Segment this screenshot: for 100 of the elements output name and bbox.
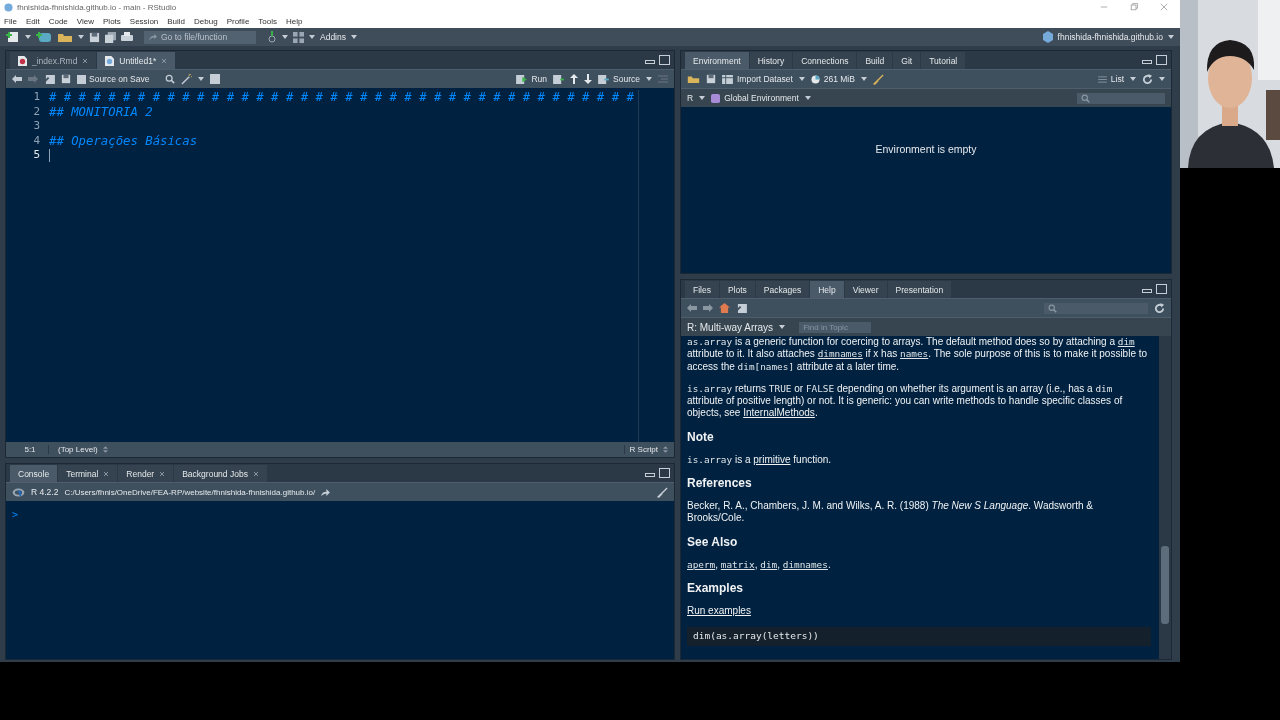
show-in-window-icon[interactable] [736,303,747,313]
go-to-file-field[interactable]: Go to file/function [144,30,256,44]
maximize-icon[interactable] [1156,55,1167,65]
environment-tab[interactable]: Environment [685,52,749,69]
console-tab[interactable]: Console [10,465,58,482]
maximize-icon[interactable] [659,55,670,65]
save-all-icon[interactable] [105,31,116,43]
save-icon[interactable] [706,74,716,84]
show-in-window-icon[interactable] [44,74,55,84]
file-type-menu[interactable]: R Script [623,445,658,454]
menu-item[interactable]: Help [286,16,303,26]
refresh-icon[interactable] [1154,302,1165,314]
menu-item[interactable]: Tools [258,16,278,26]
file-tab[interactable]: Untitled1* [97,52,176,69]
print-icon[interactable] [121,31,133,43]
help-tab[interactable]: Viewer [844,281,887,298]
search-field[interactable] [1044,302,1148,314]
file-icon [18,55,27,66]
menu-item[interactable]: Debug [194,16,218,26]
close-icon[interactable] [252,470,259,477]
arrow-down-icon[interactable] [584,74,593,84]
search-field[interactable] [1077,92,1165,104]
forward-icon[interactable] [703,304,713,312]
menu-item[interactable]: Build [167,16,186,26]
import-dataset-button[interactable]: Import Dataset [722,74,793,84]
scrollbar-thumb[interactable] [1161,546,1169,624]
link[interactable]: names [900,348,929,360]
rerun-icon[interactable] [553,74,565,84]
back-icon[interactable] [687,304,697,312]
help-tab[interactable]: Presentation [887,281,952,298]
caret-icon [351,35,357,39]
menu-item[interactable]: Session [129,16,159,26]
caret-icon [198,77,205,81]
scope-menu[interactable]: (Top Level) [58,445,98,454]
maximize-icon[interactable] [659,468,670,478]
addins-menu[interactable]: Addins [320,32,346,42]
save-icon[interactable] [61,74,71,84]
caret-icon [779,325,786,329]
open-folder-icon[interactable] [57,31,73,43]
run-button[interactable]: Run [516,74,548,84]
console-tab[interactable]: Background Jobs [174,465,267,482]
help-tab[interactable]: Help [810,281,844,298]
memory-usage-button[interactable]: 261 MiB [810,74,855,84]
arrow-up-icon[interactable] [570,74,579,84]
environment-tab[interactable]: History [749,52,793,69]
line-number: 2 [32,104,40,119]
link[interactable]: matrix [720,558,755,570]
language-menu[interactable]: R [687,93,694,103]
close-icon[interactable] [103,470,110,477]
link[interactable]: InternalMethods [743,407,815,419]
project-icon [1042,31,1053,43]
environment-tab[interactable]: Git [893,52,921,69]
console-tab[interactable]: Terminal [58,465,118,482]
environment-tab[interactable]: Build [857,52,893,69]
menu-item[interactable]: Profile [226,16,250,26]
section-heading: References [687,476,753,491]
git-icon[interactable] [267,31,277,43]
environment-tab[interactable]: Tutorial [921,52,966,69]
section-heading: Examples [687,580,745,595]
menu-item[interactable]: Plots [103,16,121,26]
wand-icon[interactable] [181,73,193,85]
help-tab[interactable]: Plots [719,281,755,298]
maximize-icon[interactable] [1156,284,1167,294]
environment-tab[interactable]: Connections [793,52,857,69]
link[interactable]: primitive [753,453,791,465]
console-tab[interactable]: Render [118,465,174,482]
help-tab[interactable]: Packages [755,281,810,298]
environment-menu[interactable]: Global Environment [711,93,799,103]
help-topic-menu[interactable]: R: Multi-way Arrays [687,321,774,333]
back-icon[interactable] [12,75,22,83]
r-logo-icon [12,487,25,497]
menu-item[interactable]: View [76,16,94,26]
source-on-save-checkbox[interactable]: Source on Save [77,74,150,84]
menu-item[interactable]: Code [48,16,68,26]
go-to-directory-icon[interactable] [321,488,331,496]
view-menu[interactable]: List [1097,74,1124,84]
empty-message: Environment is empty [875,143,977,157]
project-menu[interactable]: fhnishida-fhnishida.github.io [1057,32,1163,42]
menu-item[interactable]: File [4,16,17,26]
search-icon[interactable] [165,74,176,84]
pie-icon [810,74,820,84]
save-icon[interactable] [89,31,100,43]
caret-icon [309,35,315,39]
link[interactable]: dim [1117,336,1135,347]
new-project-icon[interactable] [36,31,52,43]
new-file-icon[interactable] [6,31,20,43]
link[interactable]: dimnames [782,558,828,570]
help-tab[interactable]: Files [685,281,719,298]
refresh-icon[interactable] [1142,73,1153,85]
close-icon[interactable] [82,57,89,64]
link[interactable]: Run examples [687,604,751,616]
home-icon[interactable] [719,303,730,313]
file-tab[interactable]: _index.Rmd [10,52,97,69]
grid-icon[interactable] [293,31,304,43]
close-icon[interactable] [159,470,166,477]
source-button[interactable]: Source [598,74,640,84]
link[interactable]: dimnames [817,348,863,360]
text-cursor [49,148,50,162]
open-folder-icon[interactable] [687,74,700,84]
menu-item[interactable]: Edit [25,16,40,26]
